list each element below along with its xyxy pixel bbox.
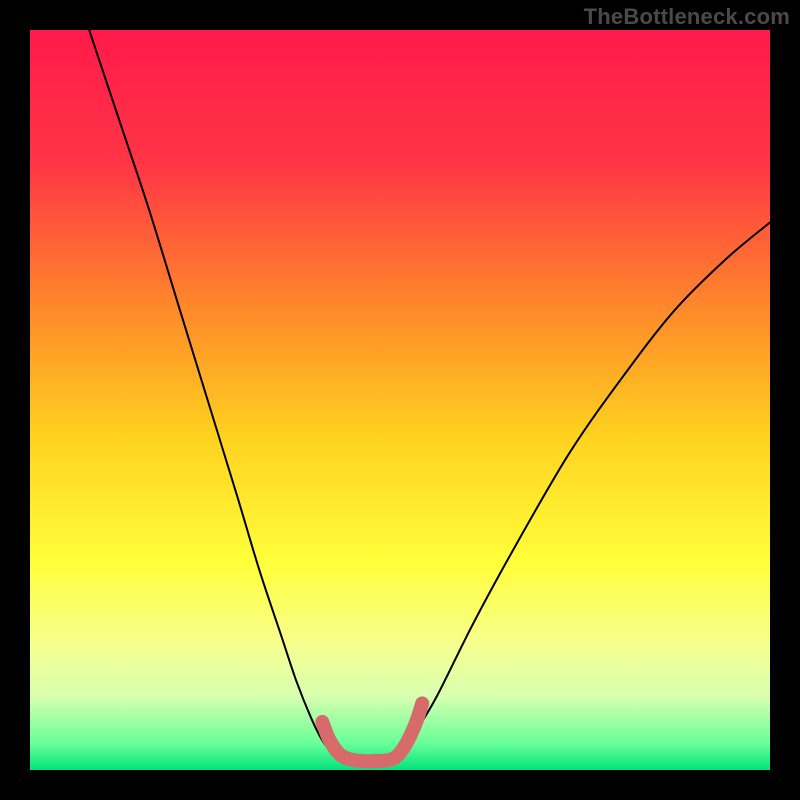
plot-background <box>30 30 770 770</box>
bottleneck-chart <box>0 0 800 800</box>
chart-frame: TheBottleneck.com <box>0 0 800 800</box>
